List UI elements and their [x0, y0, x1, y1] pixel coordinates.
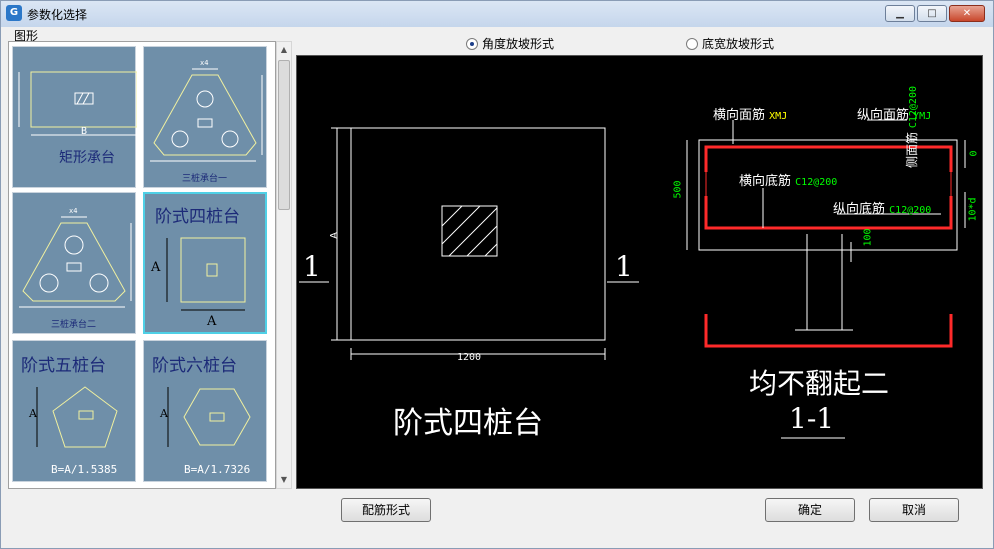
tile-label: 三桩承台一: [182, 174, 228, 184]
shape-panel: 图形 B 矩形承台 x4 三桩承台一 x4 三桩承台二 阶式四桩台 A A 阶式…: [4, 27, 292, 489]
cancel-button[interactable]: 取消: [869, 498, 959, 522]
radio-width-label: 底宽放坡形式: [702, 37, 775, 51]
section-caption: 均不翻起二: [749, 367, 890, 400]
minimize-button[interactable]: ▁: [885, 5, 915, 22]
section-height-dim: 500: [672, 180, 684, 199]
embed-dim: 100: [862, 228, 874, 247]
formula-label: B=A/1.7326: [184, 463, 251, 476]
window-title: 参数化选择: [27, 8, 88, 22]
radio-angle-slope[interactable]: 角度放坡形式: [466, 35, 554, 52]
plan-height-dim: A: [328, 232, 340, 239]
bottom-transverse-label: 横向底筋 C12@200: [739, 174, 838, 189]
formula-label: B=A/1.5385: [51, 463, 118, 476]
radio-angle-label: 角度放坡形式: [482, 37, 555, 51]
dim-a-label: A: [29, 407, 37, 420]
section-right-number: 1: [615, 250, 633, 283]
section-left-number: 1: [303, 250, 321, 283]
dim-x4-label: x4: [200, 59, 209, 67]
top-cover-dim: 0: [968, 150, 980, 157]
scroll-down-arrow-icon[interactable]: ▼: [277, 472, 291, 488]
drawing-canvas: 1200 A 1 1 阶式四桩台 横向面筋 XMJ 纵向面筋 YMJ 横向底筋 …: [296, 55, 983, 489]
slope-option-group: 角度放坡形式 底宽放坡形式: [296, 29, 986, 55]
dim-b-label: B: [81, 126, 88, 137]
tile-label: 阶式四桩台: [155, 207, 240, 227]
close-button[interactable]: ✕: [949, 5, 985, 22]
tile-label: 矩形承台: [59, 150, 115, 166]
bottom-longitudinal-label: 纵向底筋 C12@200: [833, 202, 932, 217]
radio-width-slope[interactable]: 底宽放坡形式: [686, 35, 774, 52]
app-icon: G: [6, 5, 22, 21]
radio-checked-icon[interactable]: [466, 37, 478, 50]
dim-a-horizontal: A: [207, 314, 217, 329]
tile-stepped-five-pile-cap[interactable]: 阶式五桩台 A B=A/1.5385: [12, 340, 136, 482]
tile-label: 阶式六桩台: [152, 356, 237, 376]
tile-stepped-six-pile-cap[interactable]: 阶式六桩台 A B=A/1.7326: [143, 340, 267, 482]
tile-label: 三桩承台二: [51, 320, 97, 330]
plan-title: 阶式四桩台: [393, 406, 543, 441]
dim-a-label: A: [160, 407, 168, 420]
side-anchor-dim: 10*d: [967, 197, 979, 222]
rectangular-cap-diagram: [18, 71, 137, 136]
shape-list-scrollbar[interactable]: ▲ ▼: [276, 41, 292, 489]
tile-rectangular-cap[interactable]: B 矩形承台: [12, 46, 137, 188]
ok-button[interactable]: 确定: [765, 498, 855, 522]
column-section: [441, 205, 498, 257]
three-pile-cap-diagram: [150, 68, 263, 162]
shape-list: B 矩形承台 x4 三桩承台一 x4 三桩承台二 阶式四桩台 A A 阶式五桩台…: [8, 41, 276, 489]
maximize-button[interactable]: □: [917, 5, 947, 22]
scroll-thumb[interactable]: [278, 60, 290, 210]
plan-outline: [350, 127, 606, 341]
radio-unchecked-icon[interactable]: [686, 37, 698, 50]
tile-three-pile-cap-two[interactable]: x4 三桩承台二: [12, 192, 136, 334]
section-mark-label: 1-1: [789, 402, 835, 435]
top-transverse-label: 横向面筋 XMJ: [713, 108, 788, 123]
plan-width-dim: 1200: [457, 352, 482, 363]
top-longitudinal-label: 纵向面筋 YMJ: [857, 108, 932, 123]
dim-a-vertical: A: [151, 260, 161, 275]
parameter-selection-window: G 参数化选择 ▁ □ ✕ 图形 B 矩形承台 x4 三桩承台一 x4 三桩承台…: [0, 0, 994, 549]
rebar-form-button[interactable]: 配筋形式: [341, 498, 431, 522]
tile-label: 阶式五桩台: [21, 356, 106, 376]
dim-x4-label: x4: [69, 207, 78, 215]
tile-three-pile-cap-one[interactable]: x4 三桩承台一: [143, 46, 267, 188]
title-bar: G 参数化选择 ▁ □ ✕: [1, 1, 993, 27]
side-bar-label: 侧面筋 C12@200: [905, 86, 919, 168]
tile-stepped-four-pile-cap[interactable]: 阶式四桩台 A A: [143, 192, 267, 334]
scroll-up-arrow-icon[interactable]: ▲: [277, 42, 291, 58]
